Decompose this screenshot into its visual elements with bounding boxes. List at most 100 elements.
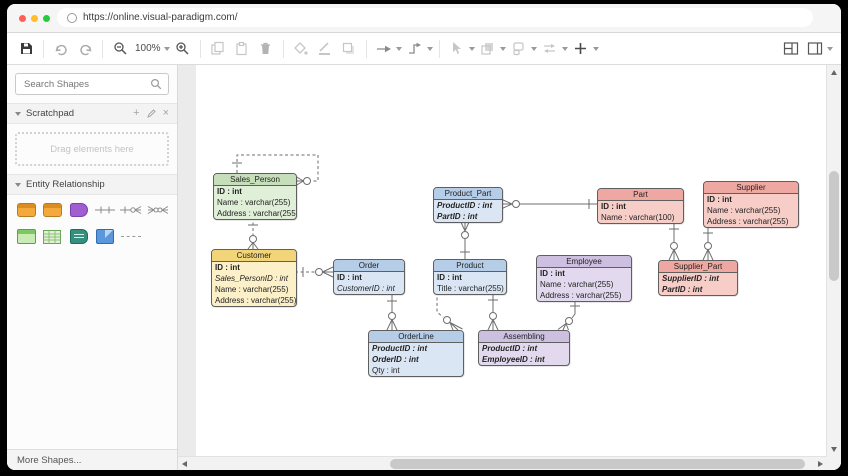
chevron-down-icon [15, 111, 21, 116]
entity-Product_Part[interactable]: Product_Part ProductID : int PartID : int [433, 187, 503, 223]
undo-button[interactable] [50, 38, 72, 60]
paste-button[interactable] [231, 38, 253, 60]
entity-title: OrderLine [369, 331, 463, 343]
entity-title: Product [434, 260, 506, 272]
vertical-scroll-thumb[interactable] [829, 171, 839, 281]
format-panel-toggle[interactable] [780, 38, 802, 60]
entity-Supplier[interactable]: Supplier ID : int Name : varchar(255) Addre… [703, 181, 799, 228]
more-shapes-button[interactable]: More Shapes... [7, 449, 177, 470]
scratchpad-title: Scratchpad [26, 108, 75, 119]
close-button[interactable] [19, 15, 26, 22]
entity-Part[interactable]: Part ID : int Name : varchar(100) [597, 188, 684, 224]
entity-attribute: Name : varchar(255) [215, 285, 289, 294]
entity-attribute: CustomerID : int [337, 284, 395, 293]
grid-table-shape-icon[interactable] [43, 229, 62, 244]
shape-palette [7, 195, 177, 252]
search-icon [150, 78, 162, 90]
sidebar-panel-icon [804, 38, 826, 60]
zoom-in-button[interactable] [172, 38, 194, 60]
line-color-button[interactable] [314, 38, 336, 60]
entity-title: Part [598, 189, 683, 201]
entity-attribute: PartID : int [437, 212, 478, 221]
entity-title: Supplier [704, 182, 798, 194]
zoom-out-button[interactable] [109, 38, 131, 60]
entity-relationship-header[interactable]: Entity Relationship [7, 174, 177, 195]
entity-Employee[interactable]: Employee ID : int Name : varchar(255) Addre… [536, 255, 632, 302]
shape-search[interactable] [15, 73, 169, 95]
horizontal-scrollbar[interactable] [178, 456, 827, 470]
search-input[interactable] [22, 77, 150, 91]
chevron-down-icon [163, 46, 170, 51]
pointer-tool-dropdown[interactable] [446, 38, 475, 60]
entity-title: Assembling [479, 331, 569, 343]
entity-Product[interactable]: Product ID : int Title : varchar(255) [433, 259, 507, 295]
entity-attribute: ID : int [707, 195, 732, 204]
plus-icon [570, 38, 592, 60]
table-shape-icon[interactable] [16, 229, 36, 244]
dashed-line-shape-icon[interactable] [121, 236, 142, 237]
entity-attribute: Address : varchar(255) [215, 296, 297, 305]
weak-entity-shape-icon[interactable] [69, 203, 88, 217]
scratchpad-header[interactable]: Scratchpad + × [7, 103, 177, 124]
entity-Assembling[interactable]: Assembling ProductID : int EmployeeID : in… [478, 330, 570, 366]
copy-button[interactable] [207, 38, 229, 60]
scroll-left-arrow[interactable] [182, 461, 187, 467]
address-bar[interactable]: https://online.visual-paradigm.com/ [57, 8, 813, 27]
scratchpad-edit-icon[interactable] [146, 109, 156, 118]
entity-attribute: Name : varchar(255) [707, 206, 781, 215]
fill-color-button[interactable] [290, 38, 312, 60]
note-shape-icon[interactable] [96, 229, 115, 244]
entity-attribute: Address : varchar(255) [217, 209, 297, 218]
shapes-sidebar: Scratchpad + × Drag elements here Entity… [7, 65, 178, 470]
entity-Supplier_Part[interactable]: Supplier_Part SupplierID : int PartID : in… [658, 260, 738, 296]
one-to-one-connector-icon[interactable] [95, 205, 116, 215]
entity-attribute: Qty : int [372, 366, 400, 375]
shadow-button[interactable] [338, 38, 360, 60]
entity-title: Customer [212, 250, 296, 262]
vertical-scrollbar[interactable] [826, 65, 841, 457]
scroll-down-arrow[interactable] [831, 447, 837, 452]
horizontal-scroll-thumb[interactable] [390, 459, 805, 469]
entity-attribute: ProductID : int [437, 201, 493, 210]
entity-shape-icon[interactable] [16, 203, 36, 217]
panel-layout-dropdown[interactable] [804, 38, 833, 60]
redo-button[interactable] [74, 38, 96, 60]
scroll-right-arrow[interactable] [818, 461, 823, 467]
entity-Order[interactable]: Order ID : int CustomerID : int [333, 259, 405, 295]
entity-title: Product_Part [434, 188, 502, 200]
entity-attribute: ID : int [337, 273, 362, 282]
scratchpad-add-icon[interactable]: + [133, 108, 139, 119]
entity-attribute: Sales_PersonID : int [215, 274, 288, 283]
entity-attribute: ProductID : int [482, 344, 538, 353]
zoom-level-dropdown[interactable]: 100% [133, 43, 170, 54]
entity-Customer[interactable]: Customer ID : int Sales_PersonID : int Name… [211, 249, 297, 307]
one-to-many-connector-icon[interactable] [120, 205, 142, 215]
bring-to-front-dropdown[interactable] [477, 38, 506, 60]
scratchpad-dropzone[interactable]: Drag elements here [15, 132, 169, 166]
entity-attribute: Name : varchar(255) [217, 198, 291, 207]
distribute-dropdown[interactable] [539, 38, 568, 60]
entity-attribute: ID : int [215, 263, 240, 272]
scratchpad-close-icon[interactable]: × [163, 108, 169, 119]
maximize-button[interactable] [43, 15, 50, 22]
entity-Sales_Person[interactable]: Sales_Person ID : int Name : varchar(255) A… [213, 173, 297, 220]
diagram-canvas[interactable]: Sales_Person ID : int Name : varchar(255) A… [178, 65, 841, 470]
scroll-up-arrow[interactable] [831, 70, 837, 75]
view-shape-icon[interactable] [69, 229, 88, 244]
many-to-many-connector-icon[interactable] [147, 205, 169, 215]
entity-OrderLine[interactable]: OrderLine ProductID : int OrderID : int Qty… [368, 330, 464, 377]
entity-attribute: PartID : int [662, 285, 703, 294]
entity-attribute: EmployeeID : int [482, 355, 545, 364]
minimize-button[interactable] [31, 15, 38, 22]
entity-attribute: ID : int [601, 202, 626, 211]
entity-title: Employee [537, 256, 631, 268]
entity-alt-shape-icon[interactable] [42, 203, 62, 217]
insert-shape-dropdown[interactable] [570, 38, 599, 60]
delete-button[interactable] [255, 38, 277, 60]
swap-arrows-icon [539, 38, 561, 60]
align-dropdown[interactable] [508, 38, 537, 60]
arrow-style-dropdown[interactable] [373, 38, 402, 60]
save-button[interactable] [15, 38, 37, 60]
entity-attribute: ID : int [540, 269, 565, 278]
connector-style-dropdown[interactable] [404, 38, 433, 60]
